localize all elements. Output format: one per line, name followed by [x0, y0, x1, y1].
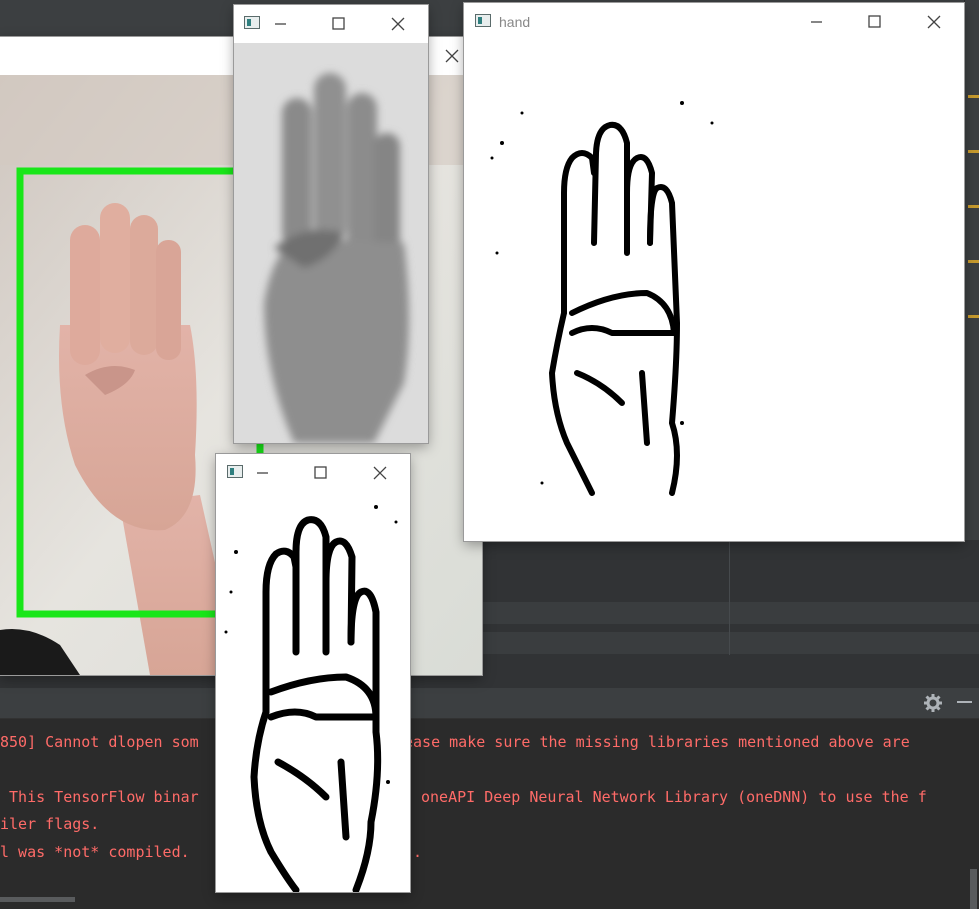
minimize-icon[interactable]: [252, 462, 274, 484]
strip-marker: [968, 205, 979, 208]
run-console[interactable]: 850] Cannot dlopen som ease make sure th…: [0, 719, 979, 909]
opencv-window-icon: [227, 465, 243, 478]
strip-marker: [968, 315, 979, 318]
grayscale-titlebar[interactable]: [234, 5, 428, 41]
window-title: hand: [499, 14, 531, 30]
grayscale-hand-image: [234, 43, 428, 443]
hand-titlebar[interactable]: hand: [464, 3, 964, 39]
close-icon[interactable]: [441, 45, 463, 67]
console-line: ease make sure the missing libraries men…: [404, 733, 910, 751]
close-icon[interactable]: [387, 13, 409, 35]
maximize-icon[interactable]: [310, 462, 332, 484]
console-line: 850] Cannot dlopen som: [0, 733, 199, 751]
small-threshold-window[interactable]: [216, 454, 410, 892]
run-panel-toolbar: [0, 688, 979, 719]
console-line: .: [413, 843, 423, 861]
grayscale-window[interactable]: [234, 5, 428, 443]
close-icon[interactable]: [369, 462, 391, 484]
console-line: l was *not* compiled.: [0, 843, 190, 861]
small-threshold-titlebar[interactable]: [216, 454, 410, 490]
minimize-icon[interactable]: [270, 13, 292, 35]
hide-panel-icon[interactable]: [957, 701, 972, 703]
hand-window[interactable]: hand: [464, 3, 964, 541]
console-h-scrollbar[interactable]: [0, 897, 75, 902]
maximize-icon[interactable]: [328, 13, 350, 35]
console-line: This TensorFlow binar: [0, 788, 199, 806]
console-line: iler flags.: [0, 815, 100, 833]
maximize-icon[interactable]: [864, 11, 886, 33]
strip-marker: [968, 95, 979, 98]
console-line: oneAPI Deep Neural Network Library (oneD…: [421, 788, 927, 806]
gear-icon[interactable]: [923, 693, 943, 713]
opencv-window-icon: [475, 14, 491, 27]
strip-marker: [968, 150, 979, 153]
editor-divider: [729, 540, 730, 655]
console-v-scrollbar[interactable]: [970, 869, 977, 909]
close-icon[interactable]: [923, 11, 945, 33]
minimize-icon[interactable]: [806, 11, 828, 33]
strip-marker: [968, 260, 979, 263]
small-threshold-image: [216, 492, 410, 892]
hand-threshold-image: [490, 101, 714, 496]
opencv-window-icon: [244, 16, 260, 29]
